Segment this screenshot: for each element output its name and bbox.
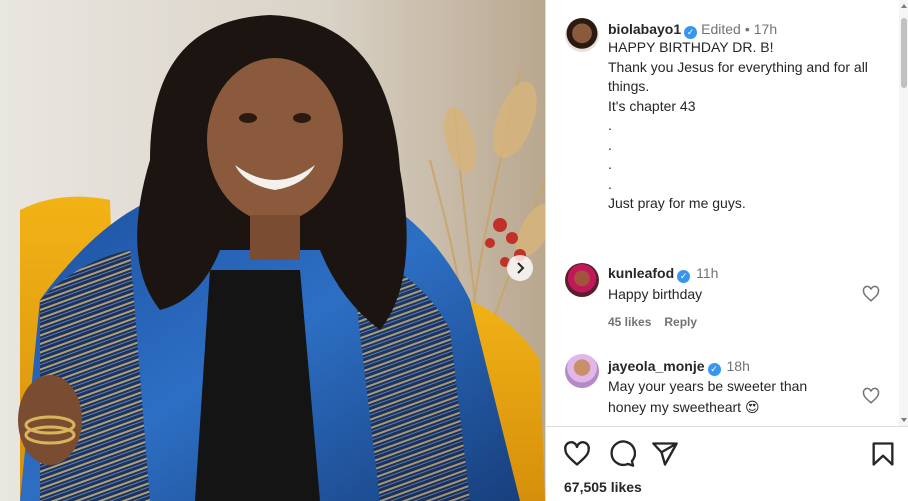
scroll-down-arrow-icon[interactable] (901, 418, 907, 422)
reply-button[interactable]: Reply (664, 315, 697, 329)
comments-scroll-area[interactable]: biolabayo1 ✓ Edited • 17h HAPPY BIRTHDAY DR.… (546, 0, 898, 426)
comment-like-heart-icon[interactable] (862, 285, 880, 303)
scrollbar-thumb[interactable] (901, 18, 907, 88)
comment-icon[interactable] (608, 440, 636, 468)
post-image[interactable] (0, 0, 545, 501)
chevron-right-icon (517, 262, 525, 274)
caption-line: . (608, 175, 612, 192)
comment-like-heart-icon[interactable] (862, 387, 880, 405)
caption-line: Just pray for me guys. (608, 195, 746, 211)
comments-scrollbar[interactable] (899, 0, 908, 426)
verified-badge-icon: ✓ (707, 363, 721, 376)
carousel-next-button[interactable] (507, 255, 533, 281)
comment-header: jayeola_monje ✓ 18h (608, 357, 750, 376)
scroll-up-arrow-icon[interactable] (901, 4, 907, 8)
comment-actions: 45 likes Reply (608, 315, 710, 329)
bookmark-icon[interactable] (869, 440, 897, 468)
comment-time[interactable]: 18h (727, 358, 750, 374)
edited-label: Edited (701, 21, 741, 37)
send-icon[interactable] (651, 440, 679, 468)
post-side-panel: biolabayo1 ✓ Edited • 17h HAPPY BIRTHDAY DR.… (545, 0, 908, 501)
caption-line: . (608, 136, 612, 153)
post-caption: HAPPY BIRTHDAY DR. B! Thank you Jesus fo… (608, 38, 888, 214)
caption-line: HAPPY BIRTHDAY DR. B! (608, 39, 774, 55)
comment-username[interactable]: jayeola_monje (608, 358, 705, 374)
likes-count[interactable]: 67,505 likes (564, 479, 642, 495)
caption-line: . (608, 156, 612, 172)
caption-line: Thank you Jesus for everything and for a… (608, 58, 872, 95)
actions-divider (546, 426, 908, 427)
heart-icon[interactable] (563, 440, 591, 468)
author-avatar[interactable] (565, 18, 599, 52)
author-username[interactable]: biolabayo1 (608, 21, 681, 37)
separator-dot: • (744, 21, 750, 37)
comment-time[interactable]: 11h (696, 265, 718, 281)
comment-likes-count[interactable]: 45 likes (608, 315, 651, 329)
caption-line: . (608, 117, 612, 133)
comment-text: May your years be sweeter than honey my … (608, 378, 808, 415)
post-time[interactable]: 17h (754, 21, 777, 37)
commenter-avatar[interactable] (565, 263, 599, 297)
comment-header: kunleafod ✓ 11h (608, 264, 718, 283)
post-photo-illustration (0, 0, 545, 501)
comment-username[interactable]: kunleafod (608, 265, 674, 281)
commenter-avatar[interactable] (565, 354, 599, 388)
post-header: biolabayo1 ✓ Edited • 17h (608, 20, 777, 39)
verified-badge-icon: ✓ (677, 270, 691, 283)
comment-text: Happy birthday (608, 286, 703, 302)
caption-line: It's chapter 43 (608, 97, 696, 114)
